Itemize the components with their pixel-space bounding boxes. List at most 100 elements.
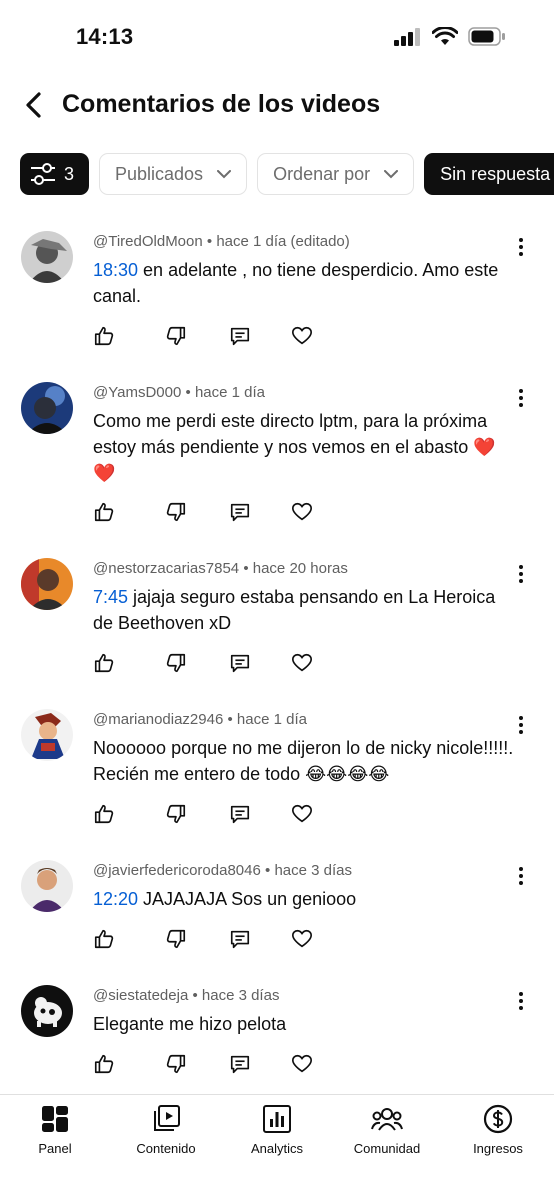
thumbs-down-icon — [166, 502, 186, 522]
comment-meta: @javierfedericoroda8046 • hace 3 días — [93, 862, 352, 879]
comment-body: en adelante , no tiene desperdicio. Amo … — [93, 260, 499, 306]
filter-sliders-icon — [31, 163, 55, 185]
like-button[interactable] — [91, 1051, 117, 1077]
comment-meta: @YamsD000 • hace 1 día — [93, 384, 265, 401]
filter-count: 3 — [64, 163, 75, 184]
reply-comment-icon — [230, 654, 250, 673]
avatar[interactable] — [21, 860, 73, 912]
comment-text: 7:45 jajaja seguro estaba pensando en La… — [93, 584, 518, 636]
dislike-button[interactable] — [163, 650, 189, 676]
comment-body: Elegante me hizo pelota — [93, 1014, 287, 1034]
like-button[interactable] — [91, 499, 117, 525]
comment-time: hace 3 días — [274, 862, 352, 879]
dislike-button[interactable] — [163, 499, 189, 525]
comment-item: @TiredOldMoon • hace 1 día (editado) 18:… — [0, 225, 554, 365]
nav-label: Panel — [38, 1141, 72, 1156]
meta-separator: • — [227, 711, 233, 728]
comment-author[interactable]: @javierfedericoroda8046 — [93, 862, 261, 879]
like-button[interactable] — [91, 801, 117, 827]
thumbs-up-icon — [94, 502, 114, 522]
avatar[interactable] — [21, 382, 73, 434]
reply-button[interactable] — [227, 801, 253, 827]
comment-author[interactable]: @TiredOldMoon — [93, 233, 203, 250]
thumbs-down-icon — [166, 326, 186, 346]
reply-button[interactable] — [227, 926, 253, 952]
chip-label: Sin respuesta — [440, 163, 551, 184]
comment-body: JAJAJAJA Sos un geniooo — [138, 889, 357, 909]
chip-publicados[interactable]: Publicados — [99, 153, 248, 195]
nav-label: Comunidad — [353, 1141, 421, 1156]
comment-text: Elegante me hizo pelota — [93, 1011, 518, 1037]
dislike-button[interactable] — [163, 801, 189, 827]
nav-comunidad[interactable]: Comunidad — [337, 1103, 437, 1156]
comment-time: hace 3 días — [201, 987, 280, 1004]
heart-button[interactable] — [289, 323, 315, 349]
heart-button[interactable] — [289, 1051, 315, 1077]
chip-sin-respuesta[interactable]: Sin respuesta — [424, 153, 554, 195]
comment-item: @marianodiaz2946 • hace 1 día Noooooo po… — [0, 703, 554, 843]
reply-button[interactable] — [227, 650, 253, 676]
like-button[interactable] — [91, 926, 117, 952]
back-arrow-icon — [26, 92, 41, 118]
comment-item: @YamsD000 • hace 1 día Como me perdi est… — [0, 376, 554, 546]
status-time: 14:13 — [76, 24, 134, 49]
heart-icon — [292, 502, 312, 521]
more-options-button[interactable] — [512, 864, 530, 888]
filters-button[interactable]: 3 — [20, 153, 89, 195]
nav-panel[interactable]: Panel — [5, 1103, 105, 1156]
reply-button[interactable] — [227, 499, 253, 525]
earnings-icon — [483, 1104, 513, 1134]
comment-author[interactable]: @siestatedeja — [93, 987, 188, 1004]
avatar[interactable] — [21, 231, 73, 283]
more-options-button[interactable] — [512, 713, 530, 737]
comment-author[interactable]: @marianodiaz2946 — [93, 711, 223, 728]
heart-button[interactable] — [289, 801, 315, 827]
thumbs-up-icon — [94, 326, 114, 346]
comment-author[interactable]: @nestorzacarias7854 — [93, 560, 239, 577]
reply-button[interactable] — [227, 1051, 253, 1077]
meta-separator: • — [265, 862, 271, 879]
comment-text: 18:30 en adelante , no tiene desperdicio… — [93, 257, 518, 309]
comment-author[interactable]: @YamsD000 — [93, 384, 181, 401]
back-button[interactable] — [16, 86, 50, 124]
heart-icon — [292, 1054, 312, 1073]
reply-button[interactable] — [227, 323, 253, 349]
video-timestamp-link[interactable]: 7:45 — [93, 587, 128, 607]
avatar[interactable] — [21, 709, 73, 761]
more-options-button[interactable] — [512, 235, 530, 259]
avatar[interactable] — [21, 558, 73, 610]
thumbs-down-icon — [166, 804, 186, 824]
dislike-button[interactable] — [163, 926, 189, 952]
more-options-button[interactable] — [512, 989, 530, 1013]
thumbs-up-icon — [94, 929, 114, 949]
comment-body: Como me perdi este directo lptm, para la… — [93, 411, 496, 483]
more-options-button[interactable] — [512, 562, 530, 586]
chevron-down-icon — [217, 169, 232, 178]
like-button[interactable] — [91, 650, 117, 676]
heart-button[interactable] — [289, 650, 315, 676]
dislike-button[interactable] — [163, 323, 189, 349]
comment-meta: @siestatedeja • hace 3 días — [93, 987, 279, 1004]
comment-item: @javierfedericoroda8046 • hace 3 días 12… — [0, 854, 554, 969]
video-timestamp-link[interactable]: 12:20 — [93, 889, 138, 909]
nav-contenido[interactable]: Contenido — [116, 1103, 216, 1156]
nav-label: Analytics — [250, 1141, 304, 1156]
cellular-signal-icon — [394, 27, 420, 46]
meta-separator: • — [243, 560, 249, 577]
page-title: Comentarios de los videos — [62, 90, 381, 118]
heart-button[interactable] — [289, 499, 315, 525]
comment-actions — [91, 499, 331, 525]
heart-button[interactable] — [289, 926, 315, 952]
video-timestamp-link[interactable]: 18:30 — [93, 260, 138, 280]
dashboard-icon — [42, 1106, 68, 1132]
chip-ordenar-por[interactable]: Ordenar por — [257, 153, 415, 195]
like-button[interactable] — [91, 323, 117, 349]
dislike-button[interactable] — [163, 1051, 189, 1077]
more-options-button[interactable] — [512, 386, 530, 410]
reply-comment-icon — [230, 503, 250, 522]
comment-time: hace 20 horas — [252, 560, 348, 577]
nav-ingresos[interactable]: Ingresos — [448, 1103, 548, 1156]
comment-item: @siestatedeja • hace 3 días Elegante me … — [0, 979, 554, 1094]
avatar[interactable] — [21, 985, 73, 1037]
nav-analytics[interactable]: Analytics — [227, 1103, 327, 1156]
